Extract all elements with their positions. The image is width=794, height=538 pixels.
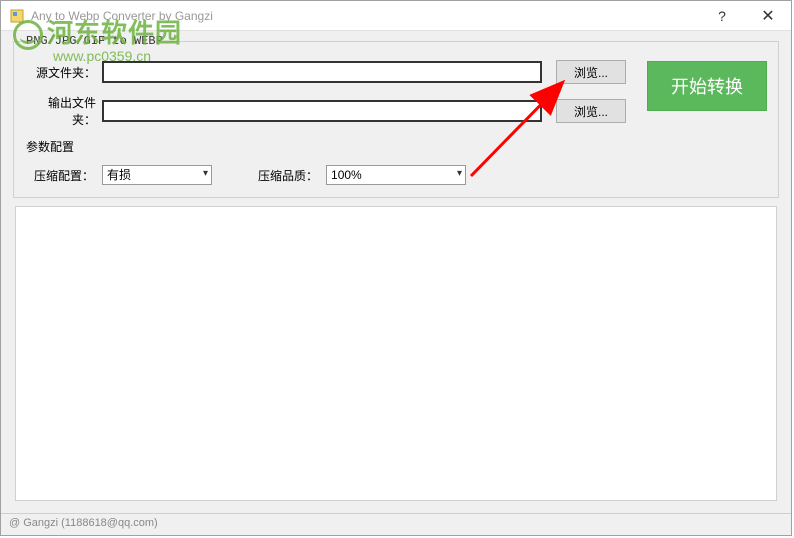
source-input[interactable] <box>102 61 542 83</box>
statusbar-text: @ Gangzi (1188618@qq.com) <box>9 517 158 529</box>
browse-output-button[interactable]: 浏览... <box>556 99 626 123</box>
quality-select[interactable]: 100% <box>326 165 466 185</box>
start-button[interactable]: 开始转换 <box>647 61 767 111</box>
app-icon <box>9 8 25 24</box>
output-input[interactable] <box>102 100 542 122</box>
log-output <box>15 206 777 501</box>
params-section-label: 参数配置 <box>26 138 766 155</box>
statusbar: @ Gangzi (1188618@qq.com) <box>1 513 791 535</box>
close-button[interactable]: ✕ <box>745 1 791 31</box>
window-title: Any to Webp Converter by Gangzi <box>31 9 699 23</box>
source-label: 源文件夹： <box>26 64 96 81</box>
output-label: 输出文件夹： <box>26 94 96 128</box>
help-button[interactable]: ? <box>699 1 745 31</box>
browse-source-button[interactable]: 浏览... <box>556 60 626 84</box>
mode-select[interactable]: 有损 <box>102 165 212 185</box>
mode-label: 压缩配置： <box>34 167 94 184</box>
group-title: PNG/JPG/GIF to WEBP <box>22 34 167 48</box>
quality-label: 压缩品质： <box>258 167 318 184</box>
titlebar: Any to Webp Converter by Gangzi ? ✕ <box>1 1 791 31</box>
